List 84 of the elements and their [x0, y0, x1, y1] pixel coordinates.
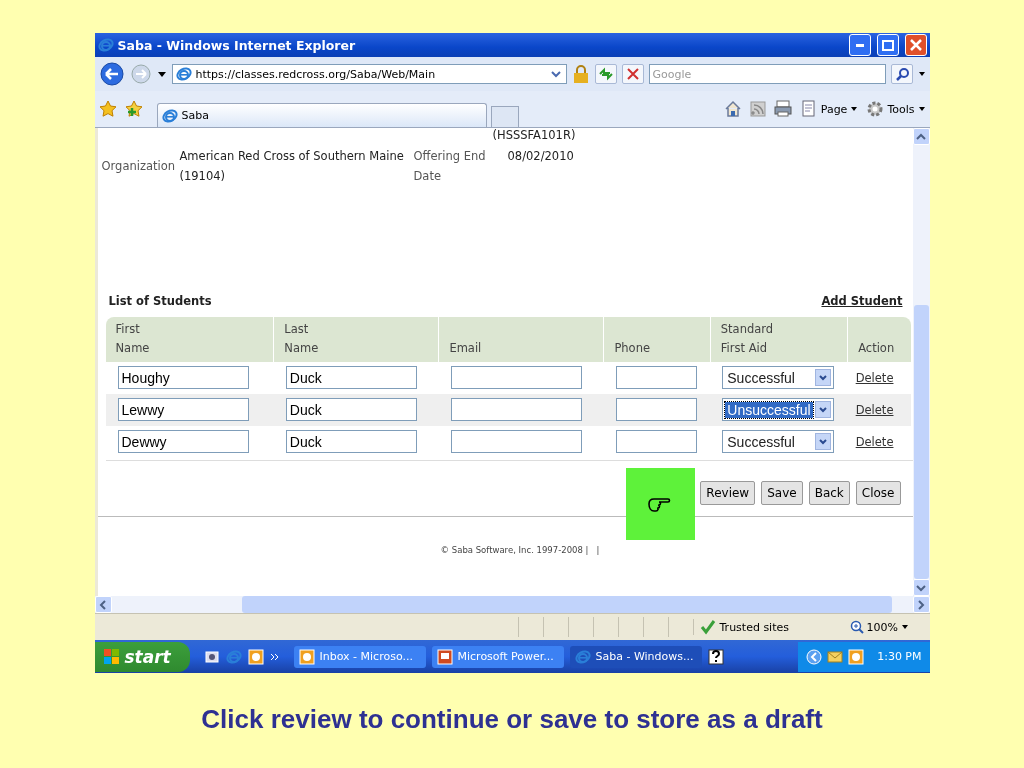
taskbar-button[interactable]: Inbox - Microso...: [293, 645, 426, 668]
column-header: Last Name: [284, 321, 319, 357]
result-dropdown[interactable]: Successful: [722, 366, 835, 389]
name-field[interactable]: Duck: [285, 430, 417, 453]
start-button[interactable]: start: [94, 641, 190, 672]
collapse-tray-icon[interactable]: [806, 648, 823, 665]
stop-button[interactable]: [621, 64, 644, 84]
column-header: Email: [449, 340, 482, 357]
name-field[interactable]: Duck: [285, 398, 417, 421]
copyright-text: © Saba Software, Inc. 1997-2008 | |: [439, 545, 601, 555]
phone-field[interactable]: [615, 398, 697, 421]
action-button[interactable]: Close: [855, 481, 901, 505]
search-button[interactable]: [890, 64, 913, 84]
browser-tab[interactable]: Saba: [156, 103, 487, 127]
envelope-icon[interactable]: [827, 648, 844, 665]
gear-icon: [866, 100, 885, 118]
command-menu[interactable]: Page: [799, 100, 859, 118]
browser-icon: [574, 648, 591, 665]
email-field[interactable]: [450, 398, 582, 421]
column-header: Standard First Aid: [720, 321, 774, 357]
delete-link[interactable]: Delete: [855, 434, 894, 449]
field-value: American Red Cross of Southern Maine (19104): [179, 148, 405, 185]
page-icon: [799, 100, 818, 118]
zoom-control[interactable]: 100%: [849, 620, 930, 634]
scroll-left-button[interactable]: [94, 596, 112, 613]
page-icon: [175, 66, 192, 82]
delete-link[interactable]: Delete: [855, 370, 894, 385]
window-title: Saba - Windows Internet Explorer: [117, 37, 357, 53]
back-button[interactable]: [98, 62, 125, 86]
column-header: Phone: [614, 340, 650, 357]
windows-logo-icon: [102, 648, 120, 665]
add-favorite-icon[interactable]: [124, 100, 143, 118]
maximize-button[interactable]: [876, 34, 899, 56]
help-icon[interactable]: [707, 648, 724, 665]
maximize-icon: [881, 39, 894, 51]
address-field[interactable]: https://classes.redcross.org/Saba/Web/Main: [171, 64, 567, 84]
check-icon: [699, 619, 716, 635]
taskbar-button[interactable]: Saba - Windows...: [569, 645, 702, 668]
course-code: (HSSSFA101R): [492, 128, 576, 142]
dropdown-arrow-icon[interactable]: [156, 69, 167, 79]
column-header: First Name: [115, 321, 150, 357]
add-student-link[interactable]: Add Student: [821, 294, 903, 308]
slide-caption: Click review to continue or save to store as a draft: [201, 704, 823, 735]
name-field[interactable]: Houghy: [117, 366, 249, 389]
lock-icon: [571, 64, 590, 84]
close-button[interactable]: [904, 34, 927, 56]
browser-icon: [161, 107, 178, 124]
favorites-star-icon[interactable]: [98, 100, 117, 118]
phone-field[interactable]: [615, 430, 697, 453]
field-label: Offering End Date: [413, 148, 487, 185]
refresh-button[interactable]: [594, 64, 617, 84]
action-button[interactable]: Save: [761, 481, 803, 505]
home-icon[interactable]: [723, 100, 742, 118]
scroll-right-button[interactable]: [912, 596, 930, 613]
command-menu[interactable]: Tools: [866, 100, 926, 118]
clock: 1:30 PM: [877, 650, 922, 663]
taskbar-button[interactable]: Microsoft Power...: [431, 645, 564, 668]
scrollbar-thumb[interactable]: [913, 305, 929, 579]
printer-icon[interactable]: [773, 100, 792, 118]
minimize-button[interactable]: [848, 34, 871, 56]
result-dropdown[interactable]: Unsuccessful: [722, 398, 835, 421]
scrollbar-thumb[interactable]: [241, 596, 892, 613]
browser-icon: [97, 37, 114, 53]
email-field[interactable]: [450, 430, 582, 453]
column-header: Action: [858, 340, 895, 357]
action-button[interactable]: Back: [808, 481, 850, 505]
name-field[interactable]: Lewwy: [117, 398, 249, 421]
presentation-icon: [436, 648, 453, 665]
search-field[interactable]: Google: [648, 64, 886, 84]
name-field[interactable]: Dewwy: [117, 430, 249, 453]
close-icon: [909, 39, 922, 51]
action-button[interactable]: Review: [700, 481, 756, 505]
name-field[interactable]: Duck: [285, 366, 417, 389]
phone-field[interactable]: [615, 366, 697, 389]
security-zone: Trusted sites: [719, 620, 789, 634]
field-label: Organization: [101, 158, 176, 175]
chevron-icon[interactable]: [269, 651, 280, 662]
zoom-icon: [849, 620, 864, 634]
result-dropdown[interactable]: Successful: [722, 430, 835, 453]
email-field[interactable]: [450, 366, 582, 389]
feed-icon[interactable]: [749, 101, 766, 117]
minimize-icon: [855, 43, 864, 47]
section-title: List of Students: [108, 294, 212, 308]
field-value: 08/02/2010: [507, 148, 575, 165]
